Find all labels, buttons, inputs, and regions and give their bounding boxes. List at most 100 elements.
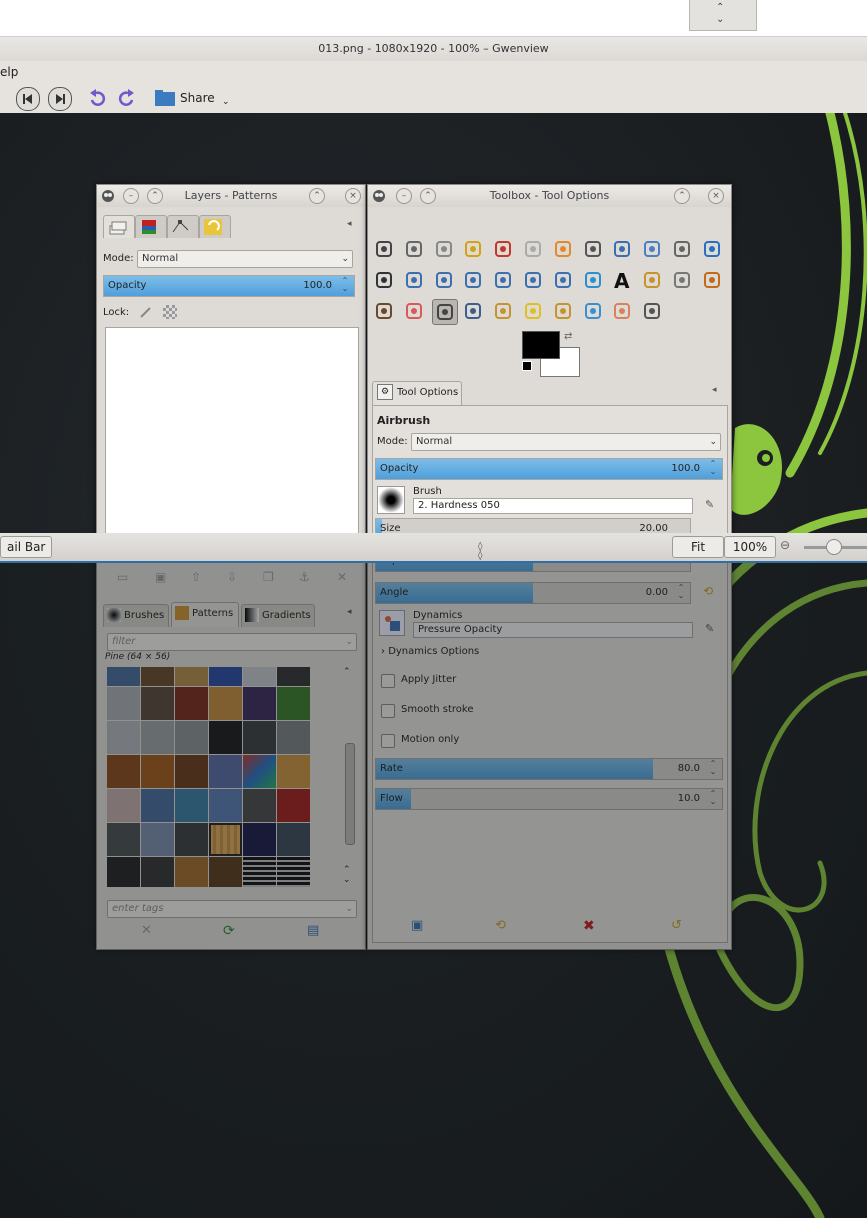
brush-field[interactable]: 2. Hardness 050 — [413, 498, 693, 514]
lower-layer-icon[interactable]: ⇩ — [227, 570, 237, 584]
layer-group-icon[interactable]: ▣ — [155, 570, 166, 584]
blend-tool-icon[interactable] — [670, 268, 694, 292]
spin-arrows-icon[interactable]: ⌃ ⌄ — [706, 460, 720, 476]
lock-pixels-icon[interactable] — [139, 305, 153, 319]
edit-dynamics-icon[interactable]: ✎ — [705, 622, 714, 635]
smudge-tool-icon[interactable] — [610, 299, 634, 323]
clone-tool-icon[interactable] — [491, 299, 515, 323]
smooth-stroke-checkbox[interactable] — [381, 704, 395, 718]
tab-tool-options[interactable]: ⚙ Tool Options — [372, 381, 462, 406]
crop-tool-icon[interactable] — [402, 268, 426, 292]
swap-colors-icon[interactable]: ⇄ — [564, 331, 572, 342]
pattern-tile[interactable] — [277, 789, 310, 822]
pattern-tile[interactable] — [243, 667, 276, 686]
pattern-tile[interactable] — [209, 721, 242, 754]
maximize-icon[interactable]: ⌃ — [674, 188, 690, 204]
restore-options-icon[interactable]: ⟲ — [495, 918, 506, 933]
scissors-select-tool-icon[interactable] — [521, 237, 545, 261]
blur-tool-icon[interactable] — [581, 299, 605, 323]
pattern-tile[interactable] — [209, 755, 242, 788]
zoom-out-icon[interactable]: ⊖ — [780, 538, 790, 552]
move-tool-icon[interactable] — [700, 237, 724, 261]
pattern-tile[interactable] — [141, 721, 174, 754]
ellipse-select-tool-icon[interactable] — [402, 237, 426, 261]
rate-slider[interactable]: Rate 80.0 ⌃ ⌄ — [375, 758, 723, 780]
gimp-logo-icon[interactable] — [372, 188, 386, 202]
minimize-icon[interactable]: – — [396, 188, 412, 204]
bucket-fill-tool-icon[interactable] — [640, 268, 664, 292]
tab-gradients[interactable]: Gradients — [241, 604, 315, 627]
pattern-tile[interactable] — [175, 823, 208, 856]
color-select-tool-icon[interactable] — [491, 237, 515, 261]
mode-select[interactable]: Normal ⌄ — [411, 433, 721, 451]
tab-channels[interactable] — [135, 215, 167, 238]
perspective-tool-icon[interactable] — [521, 268, 545, 292]
pattern-tile[interactable] — [243, 857, 276, 887]
tab-paths[interactable] — [167, 215, 199, 238]
pencil-tool-icon[interactable] — [700, 268, 724, 292]
foreground-select-tool-icon[interactable] — [551, 237, 575, 261]
cage-transform-tool-icon[interactable] — [581, 268, 605, 292]
color-picker-tool-icon[interactable] — [610, 237, 634, 261]
layers-mode-select[interactable]: Normal ⌄ — [137, 250, 353, 268]
pattern-tile[interactable] — [277, 823, 310, 856]
reset-angle-icon[interactable]: ⟲ — [703, 584, 713, 598]
pattern-tile[interactable] — [107, 823, 140, 856]
free-select-tool-icon[interactable] — [432, 237, 456, 261]
pattern-tile[interactable] — [175, 721, 208, 754]
airbrush-tool-icon[interactable] — [431, 299, 458, 325]
share-button[interactable]: Share ⌄ — [154, 87, 230, 109]
pattern-tile[interactable] — [175, 667, 208, 686]
pattern-tile[interactable] — [175, 755, 208, 788]
chevron-down-icon[interactable]: ⌄ — [716, 14, 724, 25]
scale-tool-icon[interactable] — [461, 268, 485, 292]
pattern-tile-selected[interactable] — [209, 823, 242, 856]
pattern-tile[interactable] — [175, 687, 208, 720]
zoom-100-button[interactable]: 100% — [724, 536, 776, 558]
tags-input[interactable]: enter tags ⌄ — [107, 900, 357, 918]
flip-tool-icon[interactable] — [551, 268, 575, 292]
pattern-tile[interactable] — [277, 721, 310, 754]
pattern-tile[interactable] — [141, 755, 174, 788]
chevron-up-icon[interactable]: ⌃ — [716, 2, 724, 13]
angle-slider[interactable]: Angle 0.00 ⌃ ⌄ — [375, 582, 691, 604]
pattern-tile[interactable] — [243, 755, 276, 788]
open-pattern-icon[interactable]: ▤ — [307, 923, 319, 938]
tab-brushes[interactable]: Brushes — [103, 604, 169, 627]
delete-options-icon[interactable]: ✖ — [583, 918, 595, 934]
chevron-up-icon[interactable]: ⌃ — [343, 865, 351, 875]
last-image-icon[interactable] — [48, 87, 72, 111]
pattern-tile[interactable] — [107, 789, 140, 822]
pattern-tile[interactable] — [277, 755, 310, 788]
pattern-tile[interactable] — [107, 721, 140, 754]
pattern-tile[interactable] — [107, 667, 140, 686]
brush-preview[interactable] — [377, 486, 405, 514]
layers-opacity-slider[interactable]: Opacity 100.0 ⌃ ⌄ — [103, 275, 355, 297]
pattern-tile[interactable] — [107, 687, 140, 720]
pattern-tile[interactable] — [141, 687, 174, 720]
tool-options-menu-icon[interactable]: ◂ — [712, 385, 717, 395]
anchor-layer-icon[interactable]: ⚓ — [299, 570, 310, 584]
pattern-tile[interactable] — [141, 857, 174, 887]
close-icon[interactable]: × — [708, 188, 724, 204]
opacity-slider[interactable]: Opacity 100.0 ⌃ ⌄ — [375, 458, 723, 480]
pattern-tile[interactable] — [175, 789, 208, 822]
fit-button[interactable]: Fit — [672, 536, 724, 558]
foreground-color-swatch[interactable] — [522, 331, 560, 359]
rotate-left-icon[interactable] — [86, 87, 108, 109]
pattern-tile[interactable] — [277, 857, 310, 887]
eraser-tool-icon[interactable] — [402, 299, 426, 323]
menu-help[interactable]: elp — [0, 65, 18, 79]
spin-arrows-icon[interactable]: ⌃ ⌄ — [706, 790, 720, 806]
close-icon[interactable]: × — [345, 188, 361, 204]
ink-tool-icon[interactable] — [461, 299, 485, 323]
shear-tool-icon[interactable] — [491, 268, 515, 292]
measure-tool-icon[interactable] — [670, 237, 694, 261]
new-layer-icon[interactable]: ▭ — [117, 570, 128, 584]
delete-layer-icon[interactable]: ✕ — [337, 570, 347, 584]
minimize-icon[interactable]: – — [123, 188, 139, 204]
pattern-tile[interactable] — [243, 721, 276, 754]
pattern-tile[interactable] — [209, 667, 242, 686]
rect-select-tool-icon[interactable] — [372, 237, 396, 261]
first-image-icon[interactable] — [16, 87, 40, 111]
